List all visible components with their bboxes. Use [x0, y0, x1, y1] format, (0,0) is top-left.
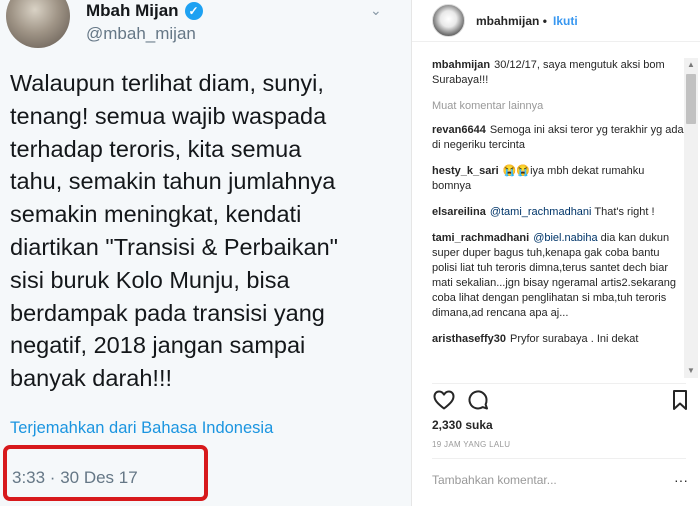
comment-item: hesty_k_sari 😭😭iya mbh dekat rumahku bomn… — [432, 164, 686, 194]
comment-mention[interactable]: @tami_rachmadhani — [490, 206, 592, 218]
likes-count[interactable]: 2,330 suka — [432, 418, 493, 432]
divider — [432, 383, 686, 384]
comment-item: elsareilina @tami_rachmadhani That's righ… — [432, 205, 686, 220]
caption-user[interactable]: mbahmijan — [432, 59, 490, 71]
scrollbar-thumb[interactable] — [686, 74, 696, 124]
chevron-down-icon[interactable]: ⌄ — [370, 2, 382, 19]
tweet-avatar[interactable] — [6, 0, 70, 48]
translate-link[interactable]: Terjemahkan dari Bahasa Indonesia — [10, 419, 273, 438]
caption: mbahmijan 30/12/17, saya mengutuk aksi bo… — [432, 58, 686, 88]
comment-mention[interactable]: @biel.nabiha — [533, 232, 597, 244]
scroll-down-arrow-icon[interactable]: ▼ — [684, 364, 698, 378]
divider — [432, 458, 686, 459]
comment-user[interactable]: tami_rachmadhani — [432, 232, 529, 244]
comment-text: That's right ! — [594, 206, 655, 218]
tweet-handle[interactable]: @mbah_mijan — [86, 24, 196, 44]
post-header: mbahmijan • Ikuti — [412, 0, 700, 42]
post-actions — [430, 388, 692, 412]
load-more-comments[interactable]: Muat komentar lainnya — [432, 99, 686, 114]
tweet-display-name[interactable]: Mbah Mijan — [86, 1, 179, 21]
ig-username-text[interactable]: mbahmijan — [476, 14, 539, 28]
comment-user[interactable]: elsareilina — [432, 206, 486, 218]
separator-dot: • — [542, 14, 547, 28]
comment-user[interactable]: revan6644 — [432, 124, 486, 136]
verified-badge-icon: ✓ — [184, 2, 203, 20]
comment-item: aristhaseffy30 Pryfor surabaya . Ini deka… — [432, 332, 686, 347]
ig-avatar[interactable] — [432, 4, 465, 37]
comment-user[interactable]: aristhaseffy30 — [432, 333, 506, 345]
comment-item: revan6644 Semoga ini aksi teror yg terakh… — [432, 123, 686, 153]
timestamp-highlight-box — [3, 445, 208, 501]
comments-list: mbahmijan 30/12/17, saya mengutuk aksi bo… — [432, 58, 686, 376]
comment-text: dia kan dukun super duper bagus tuh,kena… — [432, 232, 676, 319]
tweet-panel: Mbah Mijan ✓ @mbah_mijan ⌄ Walaupun terl… — [0, 0, 411, 506]
heart-icon[interactable] — [432, 388, 456, 412]
bookmark-icon[interactable] — [668, 388, 692, 412]
comment-text: Pryfor surabaya . Ini dekat — [510, 333, 639, 345]
post-time-ago[interactable]: 19 JAM YANG LALU — [432, 440, 510, 449]
follow-button[interactable]: Ikuti — [553, 14, 578, 28]
more-options-icon[interactable]: ··· — [674, 472, 688, 488]
comment-icon[interactable] — [466, 388, 490, 412]
ig-username[interactable]: mbahmijan • — [476, 14, 547, 28]
comments-scrollbar[interactable]: ▲ ▼ — [684, 58, 698, 378]
comment-user[interactable]: hesty_k_sari — [432, 165, 499, 177]
tweet-text: Walaupun terlihat diam, sunyi, tenang! s… — [10, 70, 338, 392]
comment-item: tami_rachmadhani @biel.nabiha dia kan duk… — [432, 231, 686, 321]
comment-input[interactable] — [432, 470, 672, 490]
scroll-up-arrow-icon[interactable]: ▲ — [684, 58, 698, 72]
tweet-display-name-row[interactable]: Mbah Mijan ✓ — [86, 1, 203, 21]
instagram-panel: mbahmijan • Ikuti mbahmijan 30/12/17, say… — [411, 0, 700, 506]
